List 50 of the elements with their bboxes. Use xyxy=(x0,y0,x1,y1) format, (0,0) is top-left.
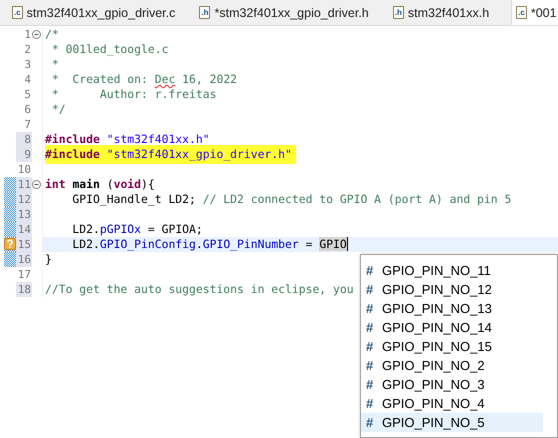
editor-tab[interactable]: .c stm32f401xx_gpio_driver.c xyxy=(8,0,182,25)
code-line: /* xyxy=(45,27,59,41)
file-type-icon: .c xyxy=(516,6,527,19)
file-type-icon: .h xyxy=(392,6,404,19)
line-number: 12 xyxy=(16,192,32,207)
code-line: * Author: r.freitas xyxy=(50,87,216,101)
suggestion-item[interactable]: # GPIO_PIN_NO_5 xyxy=(361,413,543,432)
line-number: 2 xyxy=(23,42,32,57)
line-number: 7 xyxy=(23,117,32,132)
code-line: * 001led_toogle.c xyxy=(50,42,168,56)
suggestion-item[interactable]: # GPIO_PIN_NO_4 xyxy=(361,394,543,413)
file-type-icon: .c xyxy=(12,6,23,19)
line-number: 4 xyxy=(23,72,32,87)
code-line: } xyxy=(45,252,52,266)
line-number: 15 xyxy=(16,237,32,252)
code-line: //To get the auto suggestions in eclipse, you xyxy=(45,282,354,296)
editor-tab[interactable]: .h *stm32f401xx_gpio_driver.h xyxy=(195,0,375,25)
line-number: 8 xyxy=(16,132,32,147)
file-type-icon: .h xyxy=(199,6,210,19)
suggestion-item[interactable]: # GPIO_PIN_NO_2 xyxy=(361,356,543,375)
line-number: 18 xyxy=(16,282,32,297)
code-line: #include "stm32f401xx.h" xyxy=(45,132,210,146)
line-number: 17 xyxy=(16,267,32,282)
code-line: LD2.pGPIOx = GPIOA; xyxy=(71,222,203,236)
line-number: 13 xyxy=(16,207,32,222)
editor-tab[interactable]: .c *001 xyxy=(511,0,558,25)
line-number: 6 xyxy=(23,102,32,117)
code-line: * Created on: Dec 16, 2022 xyxy=(50,72,238,86)
line-number: 1 xyxy=(23,27,32,42)
line-number: 3 xyxy=(23,57,32,72)
code-line: GPIO_Handle_t LD2; // LD2 connected to GPIO A (port A) and pin 5 xyxy=(71,192,512,206)
line-number: 9 xyxy=(16,147,32,162)
editor-tab[interactable]: .h stm32f401xx.h xyxy=(388,0,496,25)
code-line: */ xyxy=(50,102,66,116)
line-number: 10 xyxy=(16,162,32,177)
code-line: * xyxy=(50,57,59,71)
suggestion-item[interactable]: # GPIO_PIN_NO_13 xyxy=(361,299,543,318)
suggestion-item[interactable]: # GPIO_PIN_NO_3 xyxy=(361,375,543,394)
line-number: 11 xyxy=(16,177,32,192)
collapse-icon[interactable] xyxy=(32,180,41,189)
collapse-icon[interactable] xyxy=(32,30,41,39)
suggestion-item[interactable]: # GPIO_PIN_NO_14 xyxy=(361,318,543,337)
suggestion-item[interactable]: # GPIO_PIN_NO_12 xyxy=(361,280,543,299)
line-number: 16 xyxy=(16,252,32,267)
suggestion-item[interactable]: # GPIO_PIN_NO_15 xyxy=(361,337,543,356)
line-number: 14 xyxy=(16,222,32,237)
suggestion-item[interactable]: # GPIO_PIN_NO_11 xyxy=(361,261,543,280)
line-number: 5 xyxy=(23,87,32,102)
code-line: int main (void){ xyxy=(45,177,155,191)
code-line: LD2.GPIO_PinConfig.GPIO_PinNumber = GPIO xyxy=(71,237,348,251)
